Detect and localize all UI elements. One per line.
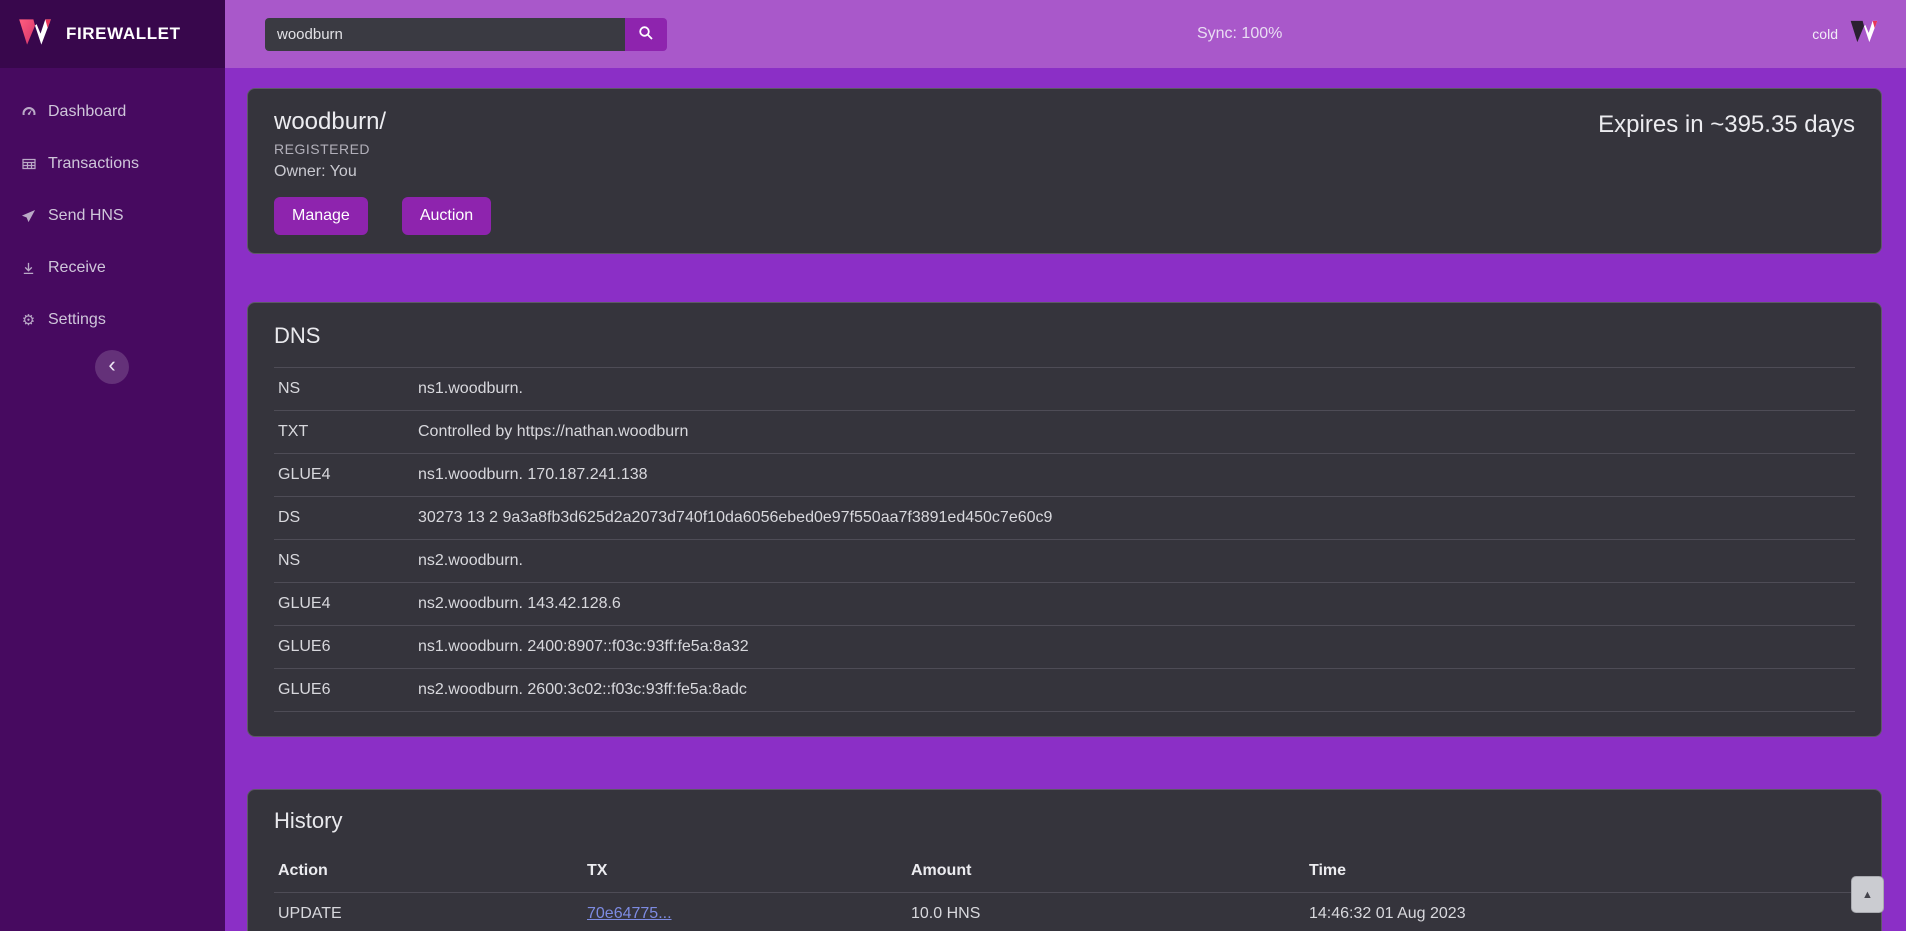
domain-status-badge: REGISTERED [274,141,491,157]
receive-icon [20,260,37,277]
page-content: woodburn/ REGISTERED Owner: You Manage A… [225,68,1906,931]
sidebar-item-label: Send HNS [48,207,124,225]
gauge-icon [20,104,37,121]
topbar: Sync: 100% cold [225,0,1906,68]
history-col-tx: TX [583,852,907,893]
table-icon [20,156,37,173]
history-time: 14:46:32 01 Aug 2023 [1305,893,1855,931]
chevron-up-icon: ▲ [1862,889,1873,901]
dns-record-row: NS ns2.woodburn. [274,540,1855,583]
dns-record-row: GLUE4 ns2.woodburn. 143.42.128.6 [274,583,1855,626]
history-heading: History [274,808,1855,834]
history-header-row: Action TX Amount Time [274,852,1855,893]
main-column: Sync: 100% cold woodburn/ REGISTERED [225,0,1906,931]
sidebar-item-settings[interactable]: ⚙ Settings [0,294,225,346]
search-icon [638,25,654,44]
sidebar-item-transactions[interactable]: Transactions [0,138,225,190]
dns-record-row: GLUE6 ns1.woodburn. 2400:8907::f03c:93ff… [274,626,1855,669]
domain-owner: Owner: You [274,163,491,181]
gear-icon: ⚙ [20,312,37,329]
domain-card: woodburn/ REGISTERED Owner: You Manage A… [247,88,1882,254]
wallet-switcher[interactable]: cold [1812,18,1880,50]
dns-record-type: GLUE4 [274,583,414,626]
domain-expiry: Expires in ~395.35 days [1598,107,1855,235]
dns-record-value: ns2.woodburn. [414,540,1855,583]
dns-record-value: ns2.woodburn. 143.42.128.6 [414,583,1855,626]
brand-title: FIREWALLET [66,24,181,44]
auction-button[interactable]: Auction [402,197,491,235]
sidebar-collapse-button[interactable]: ‹ [95,350,129,384]
dns-record-type: GLUE6 [274,626,414,669]
history-amount: 10.0 HNS [907,893,1305,931]
dns-record-value: ns1.woodburn. 2400:8907::f03c:93ff:fe5a:… [414,626,1855,669]
domain-title: woodburn/ [274,107,491,137]
dns-table: NS ns1.woodburn. TXT Controlled by https… [274,367,1855,712]
sidebar-item-receive[interactable]: Receive [0,242,225,294]
domain-actions: Manage Auction [274,197,491,235]
firewallet-logo [16,16,54,53]
history-table: Action TX Amount Time UPDATE 70e64775...… [274,852,1855,931]
dns-record-type: DS [274,497,414,540]
dns-record-row: NS ns1.woodburn. [274,368,1855,411]
dns-record-value: ns1.woodburn. [414,368,1855,411]
sidebar: FIREWALLET Dashboard Transactions Send H… [0,0,225,931]
tx-link[interactable]: 70e64775... [587,905,672,922]
history-col-action: Action [274,852,583,893]
dns-record-row: GLUE4 ns1.woodburn. 170.187.241.138 [274,454,1855,497]
dns-record-type: GLUE4 [274,454,414,497]
sidebar-item-label: Receive [48,259,106,277]
history-col-time: Time [1305,852,1855,893]
dns-heading: DNS [274,323,1855,349]
dns-record-row: GLUE6 ns2.woodburn. 2600:3c02::f03c:93ff… [274,669,1855,712]
history-card: History Action TX Amount Time [247,789,1882,931]
search-button[interactable] [625,18,667,51]
history-action: UPDATE [274,893,583,931]
dns-record-value: ns2.woodburn. 2600:3c02::f03c:93ff:fe5a:… [414,669,1855,712]
dns-record-type: GLUE6 [274,669,414,712]
manage-button[interactable]: Manage [274,197,368,235]
sync-status: Sync: 100% [1197,25,1282,43]
search-group [265,18,667,51]
dns-record-type: TXT [274,411,414,454]
dns-record-value: Controlled by https://nathan.woodburn [414,411,1855,454]
dns-record-row: DS 30273 13 2 9a3a8fb3d625d2a2073d740f10… [274,497,1855,540]
domain-card-left: woodburn/ REGISTERED Owner: You Manage A… [274,107,491,235]
sidebar-item-label: Settings [48,311,106,329]
dns-record-row: TXT Controlled by https://nathan.woodbur… [274,411,1855,454]
sidebar-nav: Dashboard Transactions Send HNS Receive [0,68,225,346]
sidebar-item-send-hns[interactable]: Send HNS [0,190,225,242]
send-icon [20,208,37,225]
history-row: UPDATE 70e64775... 10.0 HNS 14:46:32 01 … [274,893,1855,931]
sidebar-item-dashboard[interactable]: Dashboard [0,86,225,138]
sidebar-item-label: Transactions [48,155,139,173]
history-col-amount: Amount [907,852,1305,893]
dns-record-type: NS [274,540,414,583]
dns-record-value: ns1.woodburn. 170.187.241.138 [414,454,1855,497]
dns-record-value: 30273 13 2 9a3a8fb3d625d2a2073d740f10da6… [414,497,1855,540]
firewallet-logo-small [1848,18,1880,50]
sidebar-item-label: Dashboard [48,103,126,121]
app-root: FIREWALLET Dashboard Transactions Send H… [0,0,1906,931]
wallet-name: cold [1812,26,1838,42]
dns-record-type: NS [274,368,414,411]
sidebar-header: FIREWALLET [0,0,225,68]
search-input[interactable] [265,18,625,51]
scroll-to-top-button[interactable]: ▲ [1851,876,1884,913]
chevron-left-icon: ‹ [108,352,115,377]
dns-card: DNS NS ns1.woodburn. TXT Controlled by h… [247,302,1882,737]
